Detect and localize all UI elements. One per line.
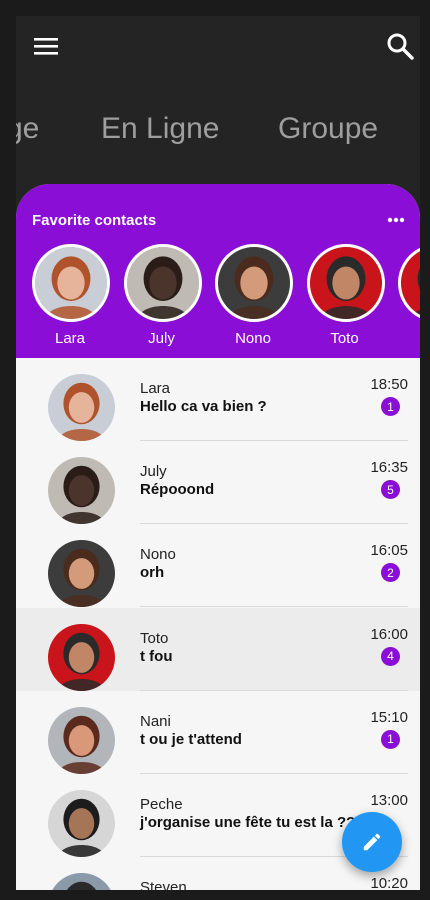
avatar bbox=[215, 244, 293, 322]
unread-badge: 2 bbox=[381, 563, 400, 583]
favorite-contact-partial[interactable] bbox=[398, 244, 420, 322]
chat-sheet: Favorite contacts Lara July Nono Toto Lara H… bbox=[16, 184, 420, 890]
favorite-contact-name: Nono bbox=[235, 330, 271, 347]
chat-row[interactable]: Nono orh 16:05 2 bbox=[16, 524, 420, 608]
chat-last-message: orh bbox=[140, 564, 165, 582]
chat-time: 18:50 bbox=[370, 376, 408, 393]
chat-contact-name: Nani bbox=[140, 712, 171, 730]
chat-time: 16:05 bbox=[370, 542, 408, 560]
avatar-photo bbox=[48, 623, 115, 691]
unread-badge: 1 bbox=[381, 397, 400, 416]
chat-time: 16:00 bbox=[370, 625, 408, 643]
favorite-contact[interactable]: July bbox=[123, 244, 202, 347]
app-frame: ge En Ligne Groupe Favorite contacts Lar… bbox=[16, 16, 420, 890]
chat-last-message: t fou bbox=[140, 647, 173, 665]
chat-last-message: j'organise une fête tu est la ?? bbox=[140, 814, 356, 831]
favorite-contact-name: July bbox=[148, 330, 175, 347]
avatar bbox=[48, 457, 115, 525]
avatar bbox=[48, 706, 115, 774]
more-horizontal-icon bbox=[387, 217, 405, 223]
avatar bbox=[123, 244, 202, 322]
avatar bbox=[48, 790, 115, 857]
chat-contact-name: Steven bbox=[140, 879, 187, 890]
chat-row[interactable]: July Répooond 16:35 5 bbox=[16, 441, 420, 525]
chat-contact-name: Peche bbox=[140, 796, 183, 813]
tab-bar: ge En Ligne Groupe bbox=[16, 76, 420, 186]
chat-time: 10:20 bbox=[370, 875, 408, 890]
avatar bbox=[32, 244, 110, 322]
avatar bbox=[306, 244, 385, 322]
menu-icon bbox=[34, 38, 58, 55]
avatar-photo bbox=[48, 374, 115, 441]
chat-last-message: t ou je t'attend bbox=[140, 730, 242, 748]
avatar-photo bbox=[126, 247, 199, 319]
chat-time: 15:10 bbox=[370, 708, 408, 726]
avatar-photo bbox=[309, 247, 382, 319]
edit-pencil-icon bbox=[363, 833, 381, 851]
app-bar bbox=[16, 16, 420, 76]
chat-row[interactable]: Toto t fou 16:00 4 bbox=[16, 607, 420, 691]
avatar bbox=[48, 623, 115, 691]
chat-last-message: Hello ca va bien ? bbox=[140, 398, 267, 415]
avatar-photo bbox=[218, 247, 290, 319]
favorite-contact[interactable]: Nono bbox=[215, 244, 293, 347]
unread-badge: 5 bbox=[381, 480, 400, 500]
avatar-photo bbox=[35, 247, 107, 319]
avatar-photo bbox=[48, 540, 115, 608]
favorite-contact[interactable]: Toto bbox=[306, 244, 385, 347]
chat-last-message: Répooond bbox=[140, 481, 215, 499]
avatar bbox=[48, 374, 115, 441]
avatar bbox=[398, 244, 420, 322]
unread-badge: 1 bbox=[381, 729, 400, 749]
chat-contact-name: Nono bbox=[140, 546, 176, 564]
avatar-photo bbox=[48, 457, 115, 525]
search-button[interactable] bbox=[384, 30, 416, 62]
more-button[interactable] bbox=[386, 210, 406, 230]
chat-row[interactable]: Lara Hello ca va bien ? 18:50 1 bbox=[16, 358, 420, 441]
chat-contact-name: Lara bbox=[140, 380, 171, 397]
favorite-contacts-list: Lara July Nono Toto bbox=[32, 244, 420, 347]
avatar-photo bbox=[48, 873, 115, 890]
chat-list: Lara Hello ca va bien ? 18:50 1 July Répooond… bbox=[16, 358, 420, 890]
avatar-photo bbox=[401, 247, 420, 319]
tab-partial[interactable]: ge bbox=[16, 112, 39, 146]
tab-groupe[interactable]: Groupe bbox=[278, 112, 378, 146]
search-icon bbox=[387, 33, 414, 60]
favorite-contact-name: Lara bbox=[54, 330, 86, 347]
avatar bbox=[48, 540, 115, 608]
compose-button[interactable] bbox=[342, 812, 402, 872]
chat-time: 13:00 bbox=[370, 792, 408, 809]
avatar-photo bbox=[48, 790, 115, 857]
chat-contact-name: July bbox=[140, 463, 167, 481]
menu-button[interactable] bbox=[30, 30, 62, 62]
favorite-contact-name: Toto bbox=[330, 330, 359, 347]
tab-en-ligne[interactable]: En Ligne bbox=[101, 112, 219, 146]
unread-badge: 4 bbox=[381, 646, 400, 666]
favorite-contacts-panel: Favorite contacts Lara July Nono Toto bbox=[16, 184, 420, 358]
avatar-photo bbox=[48, 706, 115, 774]
favorite-contacts-title: Favorite contacts bbox=[32, 212, 157, 229]
chat-row[interactable]: Nani t ou je t'attend 15:10 1 bbox=[16, 691, 420, 774]
chat-contact-name: Toto bbox=[140, 629, 169, 647]
favorite-contact[interactable]: Lara bbox=[32, 244, 110, 347]
chat-time: 16:35 bbox=[370, 459, 408, 477]
avatar bbox=[48, 873, 115, 890]
